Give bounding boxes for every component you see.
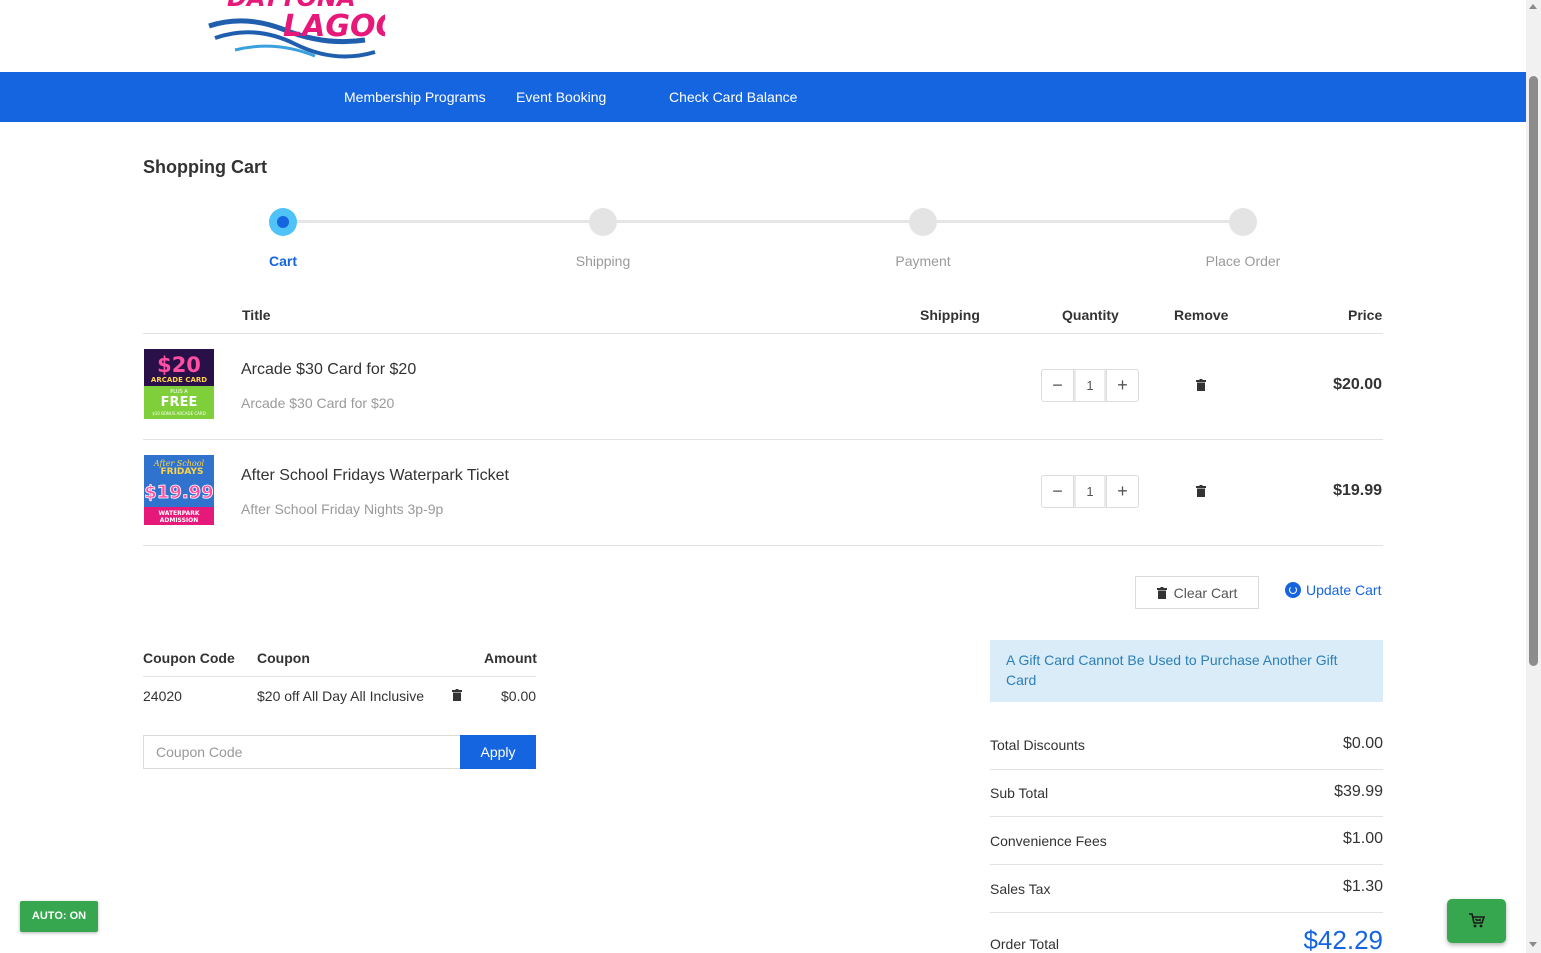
column-header-price: Price bbox=[1348, 307, 1383, 323]
checkout-progress-track bbox=[283, 220, 1243, 223]
trash-icon[interactable] bbox=[1196, 379, 1206, 391]
coupon-amount: $0.00 bbox=[501, 688, 537, 704]
svg-text:$19.99: $19.99 bbox=[144, 482, 213, 503]
svg-text:WATERPARK: WATERPARK bbox=[158, 510, 199, 517]
coupon-description: $20 off All Day All Inclusive bbox=[257, 688, 425, 704]
coupon-header-coupon: Coupon bbox=[257, 650, 310, 666]
product-thumbnail-after-school-fridays[interactable]: After School FRIDAYS $19.99 WATERPARK AD… bbox=[144, 455, 214, 525]
clear-cart-button[interactable]: Clear Cart bbox=[1135, 576, 1259, 609]
nav-membership-programs[interactable]: Membership Programs bbox=[344, 72, 486, 122]
column-header-remove: Remove bbox=[1174, 307, 1229, 323]
step-dot-shipping bbox=[589, 208, 617, 236]
coupon-header-amount: Amount bbox=[484, 650, 537, 666]
scroll-up-arrow-icon[interactable] bbox=[1529, 4, 1537, 9]
summary-value-sub-total: $39.99 bbox=[1334, 783, 1383, 800]
step-label-place-order: Place Order bbox=[1205, 253, 1281, 269]
gift-card-notice: A Gift Card Cannot Be Used to Purchase A… bbox=[990, 640, 1383, 702]
step-label-cart: Cart bbox=[268, 253, 297, 269]
svg-text:$10 BONUS ARCADE CARD: $10 BONUS ARCADE CARD bbox=[152, 411, 206, 416]
quantity-decrease-button[interactable]: − bbox=[1041, 369, 1074, 402]
cart-item-subtitle: After School Friday Nights 3p-9p bbox=[241, 501, 444, 517]
auto-mode-badge[interactable]: AUTO: ON bbox=[20, 901, 98, 932]
quantity-input[interactable] bbox=[1074, 369, 1106, 402]
summary-label-total-discounts: Total Discounts bbox=[990, 737, 1085, 753]
coupon-table-divider bbox=[143, 676, 536, 677]
quantity-input[interactable] bbox=[1074, 475, 1106, 508]
summary-label-sub-total: Sub Total bbox=[990, 785, 1049, 801]
svg-text:FRIDAYS: FRIDAYS bbox=[160, 467, 203, 477]
trash-icon[interactable] bbox=[1196, 485, 1206, 497]
nav-check-card-balance[interactable]: Check Card Balance bbox=[669, 72, 797, 122]
column-header-title: Title bbox=[242, 307, 271, 323]
quantity-stepper: − + bbox=[1041, 369, 1139, 402]
main-navbar: Membership Programs Event Booking Check … bbox=[0, 72, 1526, 122]
cart-item-title[interactable]: After School Fridays Waterpark Ticket bbox=[241, 467, 509, 485]
update-cart-label: Update Cart bbox=[1306, 582, 1382, 598]
cart-item-price: $20.00 bbox=[1333, 376, 1382, 393]
column-header-quantity: Quantity bbox=[1062, 307, 1119, 323]
page-scrollbar[interactable] bbox=[1526, 0, 1541, 953]
step-dot-cart bbox=[269, 208, 297, 236]
step-dot-payment bbox=[909, 208, 937, 236]
page-title: Shopping Cart bbox=[143, 157, 267, 177]
coupon-header-code: Coupon Code bbox=[143, 650, 235, 666]
trash-icon bbox=[1156, 586, 1167, 599]
update-cart-button[interactable]: Update Cart bbox=[1285, 582, 1381, 598]
table-divider bbox=[143, 545, 1383, 546]
apply-coupon-button[interactable]: Apply bbox=[460, 735, 536, 769]
product-thumbnail-arcade-card[interactable]: $20 ARCADE CARD PLUS A FREE $10 BONUS AR… bbox=[144, 349, 214, 419]
nav-event-booking[interactable]: Event Booking bbox=[516, 72, 606, 122]
svg-text:$20: $20 bbox=[157, 353, 201, 377]
cart-item-price: $19.99 bbox=[1333, 482, 1382, 499]
clear-cart-label: Clear Cart bbox=[1173, 584, 1238, 601]
summary-divider bbox=[990, 769, 1383, 770]
step-label-shipping: Shipping bbox=[575, 253, 631, 269]
summary-label-convenience-fees: Convenience Fees bbox=[990, 833, 1107, 849]
quantity-increase-button[interactable]: + bbox=[1106, 475, 1139, 508]
summary-label-sales-tax: Sales Tax bbox=[990, 881, 1051, 897]
summary-divider bbox=[990, 912, 1383, 913]
summary-value-sales-tax: $1.30 bbox=[1342, 878, 1383, 895]
refresh-icon bbox=[1285, 582, 1301, 598]
summary-value-total-discounts: $0.00 bbox=[1342, 735, 1383, 752]
svg-text:FREE: FREE bbox=[161, 395, 198, 410]
svg-text:ARCADE CARD: ARCADE CARD bbox=[151, 376, 207, 384]
coupon-code-input[interactable] bbox=[143, 735, 461, 769]
scrollbar-thumb[interactable] bbox=[1529, 76, 1538, 666]
brand-logo[interactable]: DAYTONA LAGOON bbox=[205, 0, 426, 64]
scroll-down-arrow-icon[interactable] bbox=[1529, 942, 1537, 947]
quantity-stepper: − + bbox=[1041, 475, 1139, 508]
order-total-label: Order Total bbox=[990, 936, 1059, 952]
svg-text:LAGOON: LAGOON bbox=[283, 9, 385, 44]
table-divider bbox=[143, 439, 1383, 440]
table-divider bbox=[143, 333, 1383, 334]
step-dot-place-order bbox=[1229, 208, 1257, 236]
summary-divider bbox=[990, 864, 1383, 865]
summary-value-convenience-fees: $1.00 bbox=[1342, 830, 1383, 847]
quantity-increase-button[interactable]: + bbox=[1106, 369, 1139, 402]
shopping-cart-icon bbox=[1469, 913, 1485, 928]
summary-divider bbox=[990, 816, 1383, 817]
svg-text:ADMISSION: ADMISSION bbox=[160, 517, 199, 524]
cart-item-subtitle: Arcade $30 Card for $20 bbox=[241, 395, 395, 411]
column-header-shipping: Shipping bbox=[920, 307, 980, 323]
floating-cart-button[interactable] bbox=[1447, 899, 1506, 943]
quantity-decrease-button[interactable]: − bbox=[1041, 475, 1074, 508]
order-total-value: $42.29 bbox=[1303, 925, 1383, 953]
cart-item-title[interactable]: Arcade $30 Card for $20 bbox=[241, 361, 416, 379]
step-label-payment: Payment bbox=[895, 253, 951, 269]
coupon-code-value: 24020 bbox=[143, 688, 182, 704]
remove-coupon-trash-icon[interactable] bbox=[452, 689, 462, 701]
